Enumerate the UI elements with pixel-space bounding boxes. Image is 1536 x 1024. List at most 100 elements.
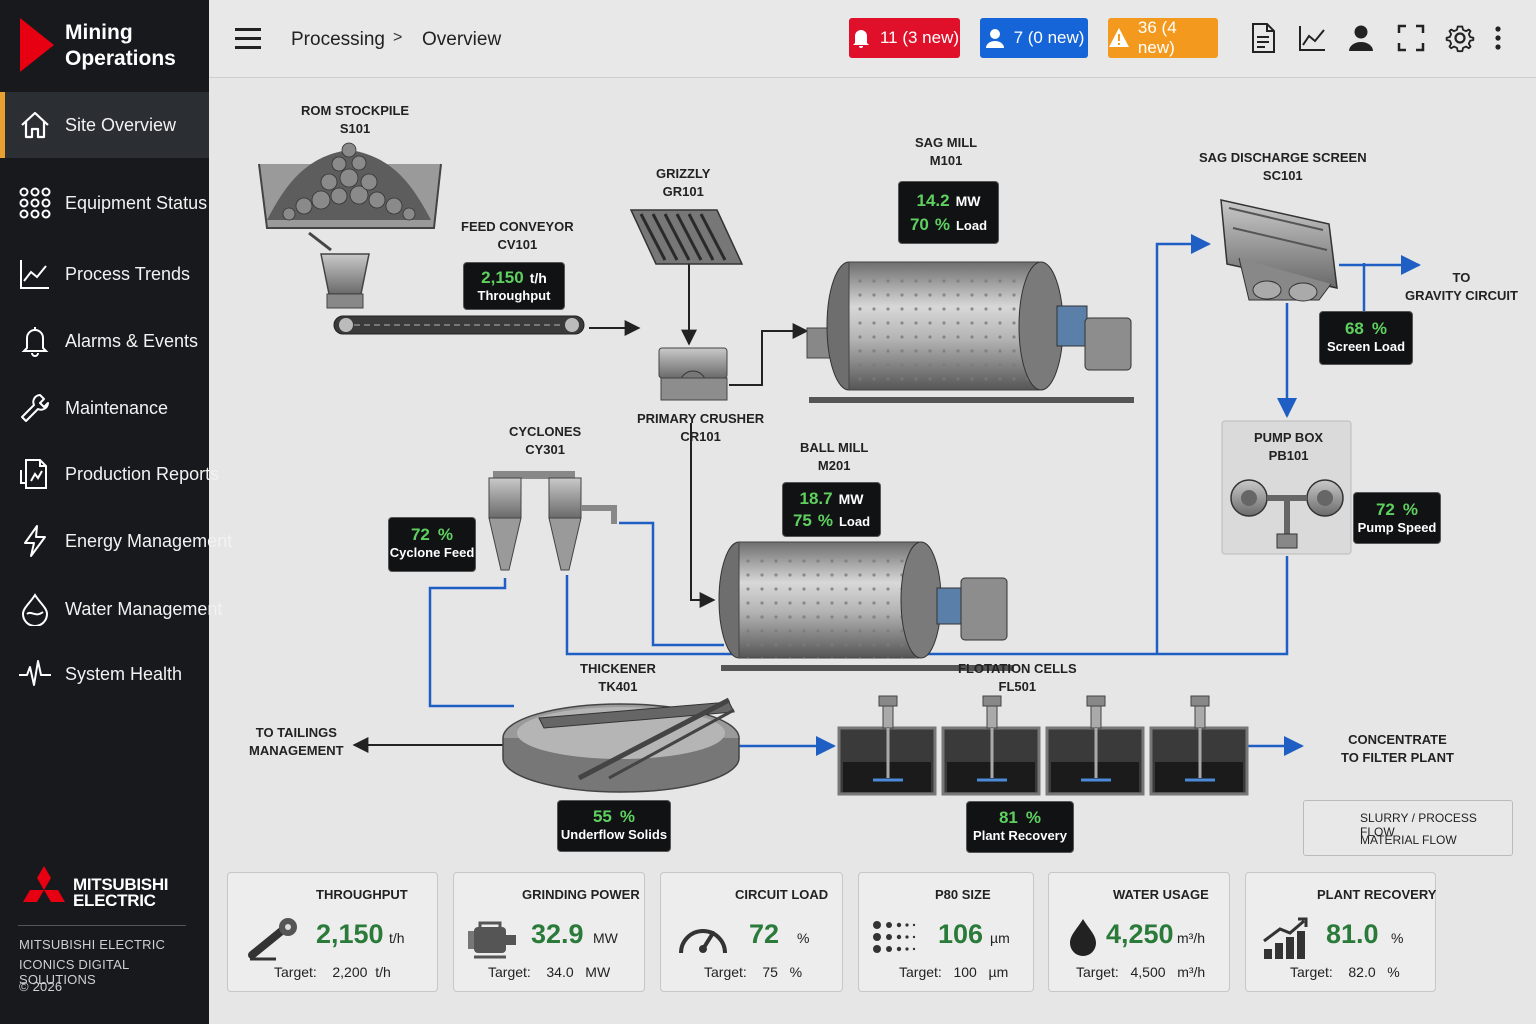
breadcrumb-overview: Overview — [422, 29, 502, 50]
kpi-title: WATER USAGE — [1113, 887, 1209, 902]
nav-production-reports[interactable]: Production Reports — [0, 441, 219, 507]
kpi-card-throughput[interactable]: THROUGHPUT 2,150 t/h Target: 2,200 t/h — [227, 872, 438, 992]
thickener-graphic — [502, 697, 740, 793]
cyclones-label: CYCLONES CY301 — [509, 424, 582, 457]
cyclone-feed-readout[interactable]: 72% Cyclone Feed — [388, 517, 476, 572]
sidebar-divider — [18, 925, 186, 926]
brand-title: Mining Operations — [65, 20, 176, 72]
kpi-target: Target: 100 µm — [899, 964, 1009, 980]
warnings-badge[interactable]: 36 (4 new) — [1108, 18, 1218, 58]
ball-mill-readout[interactable]: 18.7 MW 75% Load — [782, 482, 881, 537]
plant-recovery-readout[interactable]: 81% Plant Recovery — [966, 801, 1074, 853]
feed-conveyor-label: FEED CONVEYOR CV101 — [461, 219, 574, 252]
kpi-card-p80-size[interactable]: P80 SIZE 106 µm Target: 100 µm — [858, 872, 1034, 992]
nav-label: Production Reports — [65, 463, 220, 484]
flotation-cells-label: FLOTATION CELLS FL501 — [958, 661, 1077, 694]
gear-icon[interactable] — [1445, 22, 1475, 54]
nav-water-management[interactable]: Water Management — [0, 576, 222, 642]
breadcrumb-processing[interactable]: Processing — [291, 29, 385, 51]
primary-crusher-label: PRIMARY CRUSHER CR101 — [637, 411, 765, 444]
cyclones-graphic — [488, 471, 617, 571]
kpi-card-plant-recovery[interactable]: PLANT RECOVERY 81.0 % Target: 82.0 % — [1245, 872, 1436, 992]
sag-screen-label: SAG DISCHARGE SCREEN SC101 — [1199, 150, 1367, 183]
users-badge[interactable]: 7 (0 new) — [980, 18, 1088, 58]
kpi-card-circuit-load[interactable]: CIRCUIT LOAD 72 % Target: 75 % — [660, 872, 843, 992]
kpi-value: 72 — [749, 919, 780, 949]
nav-alarms-events[interactable]: Alarms & Events — [0, 308, 209, 374]
nav-label: System Health — [65, 663, 183, 684]
underflow-solids-readout[interactable]: 55% Underflow Solids — [557, 800, 671, 852]
brand-title-line1: Mining — [65, 21, 133, 44]
nav-label: Alarms & Events — [65, 330, 199, 351]
nav-system-health[interactable]: System Health — [0, 641, 209, 707]
home-icon — [21, 111, 49, 139]
grizzly-label: GRIZZLY GR101 — [656, 166, 711, 199]
hamburger-menu-icon[interactable] — [235, 28, 261, 50]
user-profile-icon[interactable] — [1346, 22, 1376, 54]
kpi-target: Target: 2,200 t/h — [274, 964, 391, 980]
kpi-value: 81.0 — [1326, 919, 1379, 949]
footer-company: MITSUBISHI ELECTRIC — [19, 937, 166, 952]
nav-label: Site Overview — [65, 114, 177, 135]
mitsubishi-logo-icon — [23, 866, 65, 902]
user-icon — [985, 29, 1004, 48]
kpi-value: 106 — [938, 919, 984, 949]
nav-equipment-status[interactable]: Equipment Status — [0, 170, 209, 236]
lightning-icon — [24, 525, 46, 557]
nav-process-trends[interactable]: Process Trends — [0, 241, 209, 307]
conveyor-icon — [248, 918, 297, 961]
gauge-icon — [679, 929, 727, 954]
rom-stockpile-label: ROM STOCKPILE S101 — [301, 103, 410, 136]
nav-label: Maintenance — [65, 397, 169, 418]
kpi-card-grinding-power[interactable]: GRINDING POWER 32.9 MW Target: 34.0 MW — [453, 872, 645, 992]
alarms-badge[interactable]: 11 (3 new) — [849, 18, 960, 58]
pump-speed-readout[interactable]: 72% Pump Speed — [1353, 492, 1441, 544]
fullscreen-icon[interactable] — [1396, 22, 1426, 54]
nav-label: Water Management — [65, 598, 223, 619]
brand-logo-icon — [20, 18, 54, 72]
feed-conveyor-readout[interactable]: 2,150 t/h Throughput — [463, 262, 565, 310]
kpi-value: 32.9 — [531, 919, 584, 949]
users-badge-label: 7 (0 new) — [1013, 28, 1085, 47]
nav-site-overview[interactable]: Site Overview — [0, 92, 209, 158]
trend-chart-icon[interactable] — [1297, 22, 1327, 54]
nav-label: Energy Management — [65, 530, 233, 551]
kpi-target: Target: 4,500 m³/h — [1076, 964, 1206, 980]
process-flow-graphics — [258, 142, 1421, 847]
brand: Mining Operations — [0, 0, 209, 88]
grizzly-graphic — [629, 209, 744, 265]
flow-legend: SLURRY / PROCESS FLOW MATERIAL FLOW — [1303, 800, 1513, 856]
wordmark-line2: ELECTRIC — [73, 891, 156, 910]
footer-copyright: © 2026 — [19, 979, 63, 994]
kpi-unit: t/h — [389, 930, 405, 946]
kpi-unit: m³/h — [1177, 930, 1205, 946]
bell-icon — [852, 30, 869, 48]
process-diagram: ROM STOCKPILE S101 FEED CONVEYOR CV101 GRI… — [209, 78, 1536, 868]
trend-chart-icon — [20, 260, 49, 289]
kpi-unit: MW — [593, 930, 618, 946]
tailings-label: TO TAILINGS MANAGEMENT — [249, 725, 344, 758]
nav-energy-management[interactable]: Energy Management — [0, 508, 232, 574]
kpi-unit: % — [1391, 930, 1404, 946]
sag-mill-readout[interactable]: 14.2 MW 70% Load — [898, 181, 999, 244]
sag-mill-graphic — [806, 261, 1134, 403]
top-header: Processing > Overview 11 (3 new) 7 (0 ne… — [209, 0, 1536, 78]
bell-icon — [21, 327, 49, 357]
brand-title-line2: Operations — [65, 47, 176, 70]
kpi-title: GRINDING POWER — [522, 887, 640, 902]
concentrate-label: CONCENTRATE TO FILTER PLANT — [1341, 732, 1454, 765]
kpi-unit: % — [797, 930, 810, 946]
kpi-title: P80 SIZE — [935, 887, 991, 902]
document-icon[interactable] — [1248, 22, 1278, 54]
sidebar: Mining Operations Site Overview Equipmen… — [0, 0, 232, 1024]
gravity-circuit-label: TO GRAVITY CIRCUIT — [1405, 270, 1518, 303]
screen-load-readout[interactable]: 68% Screen Load — [1319, 311, 1413, 365]
kpi-unit: µm — [990, 930, 1010, 946]
kpi-title: THROUGHPUT — [316, 887, 408, 902]
kpi-card-water-usage[interactable]: WATER USAGE 4,250 m³/h Target: 4,500 m³/… — [1048, 872, 1230, 992]
primary-crusher-graphic — [658, 347, 728, 401]
nav-maintenance[interactable]: Maintenance — [0, 375, 209, 441]
more-options-icon[interactable] — [1491, 22, 1505, 54]
kpi-target: Target: 82.0 % — [1290, 964, 1400, 980]
nav-label: Process Trends — [65, 263, 191, 284]
